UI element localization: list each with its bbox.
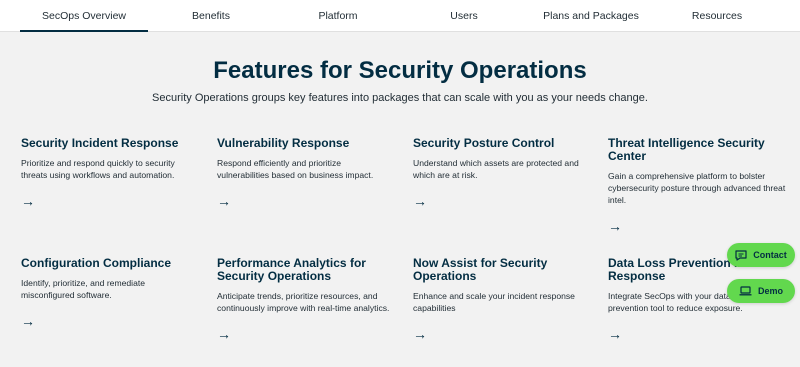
feature-title: Configuration Compliance: [21, 256, 171, 270]
arrow-right-icon[interactable]: →: [217, 194, 233, 208]
arrow-right-icon[interactable]: →: [21, 314, 37, 328]
tab-resources[interactable]: Resources: [666, 0, 768, 31]
feature-title: Performance Analytics for Security Opera…: [217, 256, 366, 283]
feature-title: Vulnerability Response: [217, 136, 350, 150]
feature-description: Understand which assets are protected an…: [413, 158, 579, 180]
feature-description: Respond efficiently and prioritize vulne…: [217, 158, 374, 180]
feature-description: Anticipate trends, prioritize resources,…: [217, 291, 390, 313]
feature-card-security-incident-response: Security Incident Response Prioritize an…: [21, 136, 199, 209]
arrow-right-icon[interactable]: →: [608, 219, 624, 233]
arrow-right-icon[interactable]: →: [413, 194, 429, 208]
feature-card-now-assist: Now Assist for Security Operations Enhan…: [413, 256, 591, 342]
contact-label: Contact: [753, 250, 787, 260]
demo-button[interactable]: Demo: [727, 279, 795, 303]
tab-secops-overview[interactable]: SecOps Overview: [20, 0, 148, 32]
feature-title: Security Incident Response: [21, 136, 179, 150]
tab-plans-and-packages[interactable]: Plans and Packages: [526, 0, 656, 31]
contact-button[interactable]: Contact: [727, 243, 795, 267]
tab-platform[interactable]: Platform: [287, 0, 389, 31]
feature-description: Identify, prioritize, and remediate misc…: [21, 278, 146, 300]
section-title: Features for Security Operations: [213, 57, 587, 84]
arrow-right-icon[interactable]: →: [217, 327, 233, 341]
feature-description: Enhance and scale your incident response…: [413, 291, 575, 313]
feature-title: Threat Intelligence Security Center: [608, 136, 765, 163]
chat-icon: [735, 249, 747, 261]
feature-description: Gain a comprehensive platform to bolster…: [608, 171, 786, 205]
feature-card-threat-intelligence-security-center: Threat Intelligence Security Center Gain…: [608, 136, 786, 234]
feature-card-security-posture-control: Security Posture Control Understand whic…: [413, 136, 591, 209]
arrow-right-icon[interactable]: →: [413, 327, 429, 341]
feature-card-vulnerability-response: Vulnerability Response Respond efficient…: [217, 136, 395, 209]
feature-title: Now Assist for Security Operations: [413, 256, 548, 283]
section-nav: SecOps Overview Benefits Platform Users …: [0, 0, 800, 32]
demo-label: Demo: [757, 286, 783, 296]
tab-benefits[interactable]: Benefits: [160, 0, 262, 31]
section-subtitle: Security Operations groups key features …: [152, 92, 648, 104]
arrow-right-icon[interactable]: →: [21, 194, 37, 208]
arrow-right-icon[interactable]: →: [608, 327, 624, 341]
feature-card-configuration-compliance: Configuration Compliance Identify, prior…: [21, 256, 199, 329]
tab-users[interactable]: Users: [413, 0, 515, 31]
feature-card-performance-analytics: Performance Analytics for Security Opera…: [217, 256, 395, 342]
feature-title: Security Posture Control: [413, 136, 555, 150]
laptop-icon: [739, 286, 752, 296]
feature-description: Prioritize and respond quickly to securi…: [21, 158, 175, 180]
